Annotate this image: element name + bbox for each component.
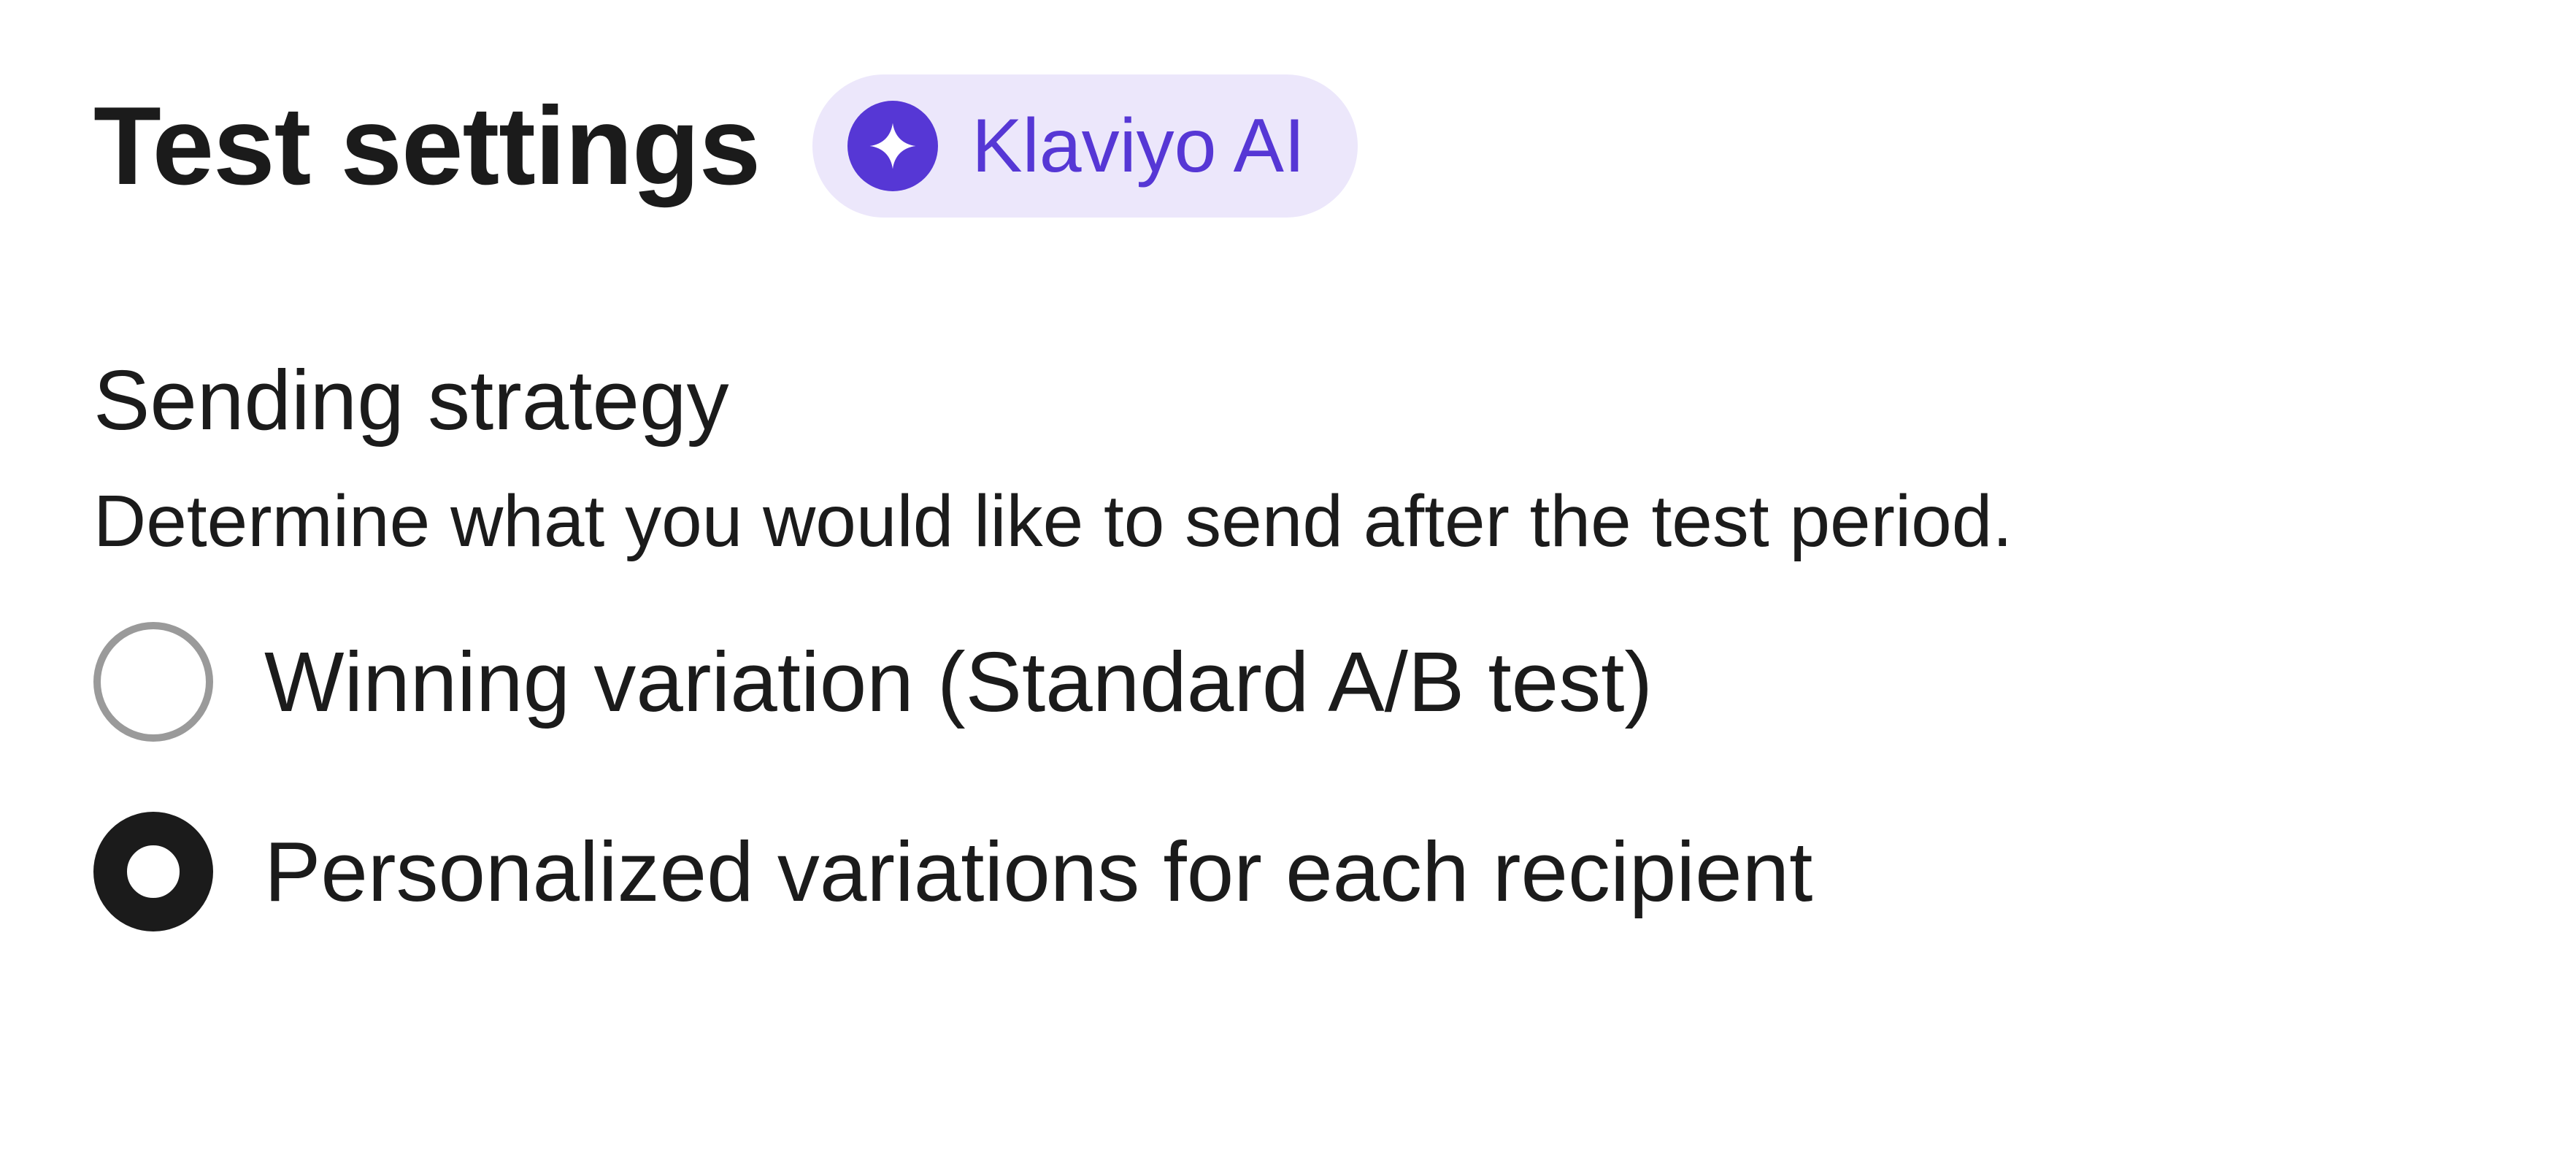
badge-label: Klaviyo AI	[972, 104, 1305, 188]
sending-strategy-section: Sending strategy Determine what you woul…	[93, 358, 2502, 937]
klaviyo-ai-badge: Klaviyo AI	[812, 74, 1358, 218]
section-title: Sending strategy	[93, 353, 729, 447]
radio-button-personalized-variations[interactable]	[93, 812, 213, 931]
sparkle-icon	[847, 101, 939, 191]
radio-option-winning-variation[interactable]: Winning variation (Standard A/B test)	[93, 616, 2502, 748]
radio-button-winning-variation[interactable]	[93, 622, 213, 742]
radio-option-personalized-variations[interactable]: Personalized variations for each recipie…	[93, 806, 2502, 937]
radio-label-personalized-variations[interactable]: Personalized variations for each recipie…	[264, 829, 1812, 914]
test-settings-header: Test settings Klaviyo AI	[93, 73, 2502, 219]
radio-label-winning-variation[interactable]: Winning variation (Standard A/B test)	[264, 639, 1653, 724]
test-settings-panel: Test settings Klaviyo AI Sending strateg…	[93, 73, 2502, 937]
sending-strategy-radio-group: Winning variation (Standard A/B test) Pe…	[93, 616, 2502, 937]
page-title: Test settings	[93, 84, 761, 208]
section-description: Determine what you would like to send af…	[93, 480, 2013, 562]
